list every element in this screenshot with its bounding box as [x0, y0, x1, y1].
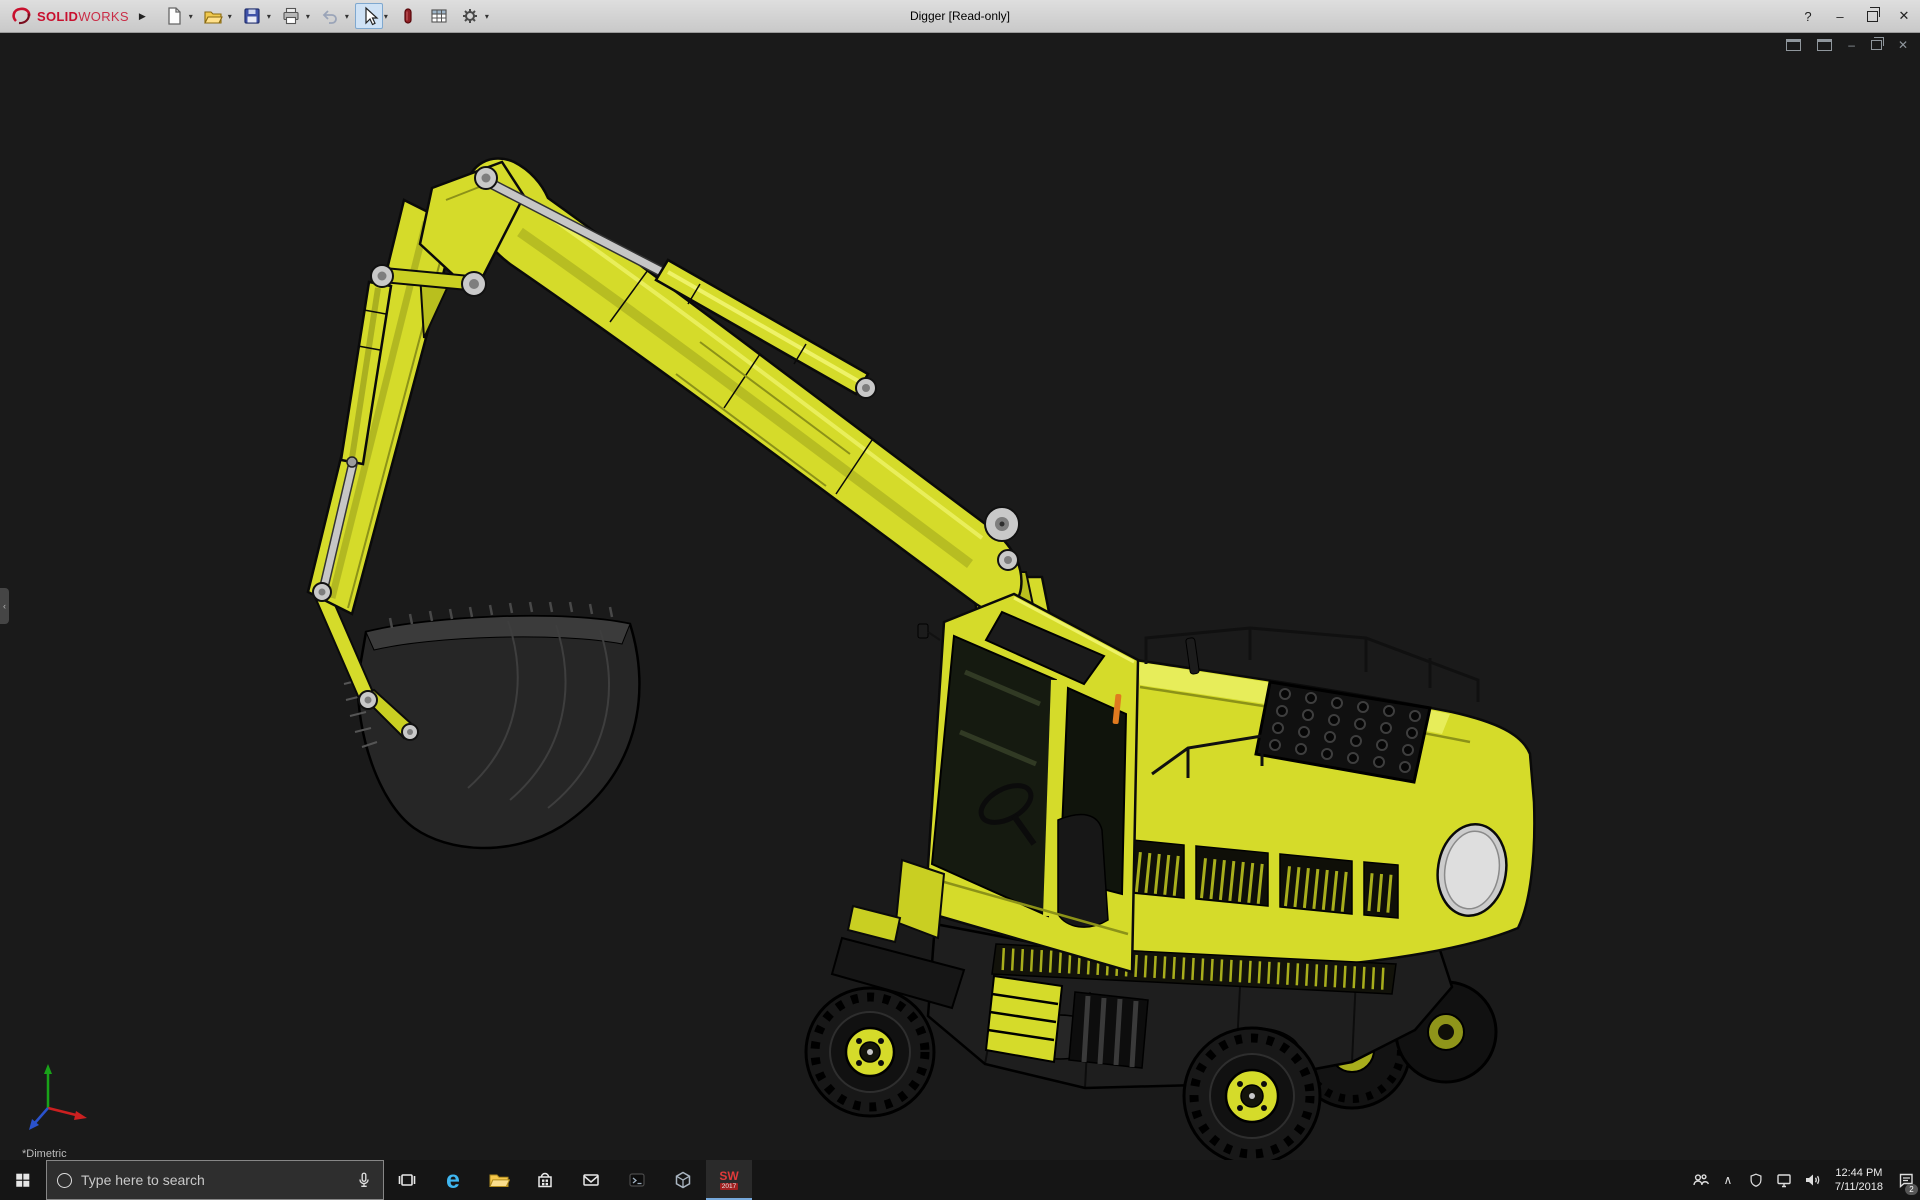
solidworks-icon: SW	[719, 1169, 739, 1183]
system-tray: ∧ 12:44 PM 7/11/2018 2	[1686, 1160, 1920, 1200]
menu-expand-arrow[interactable]: ▶	[139, 11, 146, 22]
ds-logo-icon	[12, 7, 31, 25]
wheel-front-right[interactable]	[1182, 1026, 1322, 1160]
dropdown-caret[interactable]: ▾	[267, 12, 271, 21]
new-document-button[interactable]	[160, 3, 188, 29]
wheel-front-left[interactable]	[804, 986, 936, 1118]
tile-window-icon[interactable]	[1817, 39, 1833, 51]
store-icon	[538, 1172, 552, 1188]
save-floppy-icon	[244, 8, 260, 24]
search-placeholder: Type here to search	[81, 1172, 205, 1188]
options-gear-icon	[462, 9, 477, 23]
cube-icon	[675, 1171, 691, 1189]
dropdown-caret[interactable]: ▾	[384, 12, 388, 21]
minimize-button[interactable]: –	[1824, 0, 1856, 32]
clock-date: 7/11/2018	[1834, 1181, 1883, 1193]
print-icon	[283, 7, 299, 25]
quick-access-toolbar: ▾ ▾ ▾ ▾ ▾ ▾ ▾	[160, 3, 495, 29]
undo-icon	[322, 10, 337, 24]
action-center-button[interactable]: 2	[1892, 1160, 1920, 1200]
microphone-icon[interactable]	[355, 1171, 373, 1189]
doc-close-button[interactable]: ✕	[1898, 38, 1908, 52]
new-window-icon[interactable]	[1786, 39, 1802, 51]
mail-icon	[583, 1174, 599, 1186]
search-icon	[57, 1172, 72, 1188]
options-button[interactable]	[456, 3, 484, 29]
view-orientation-label: *Dimetric	[22, 1148, 67, 1160]
speaker-icon	[1805, 1174, 1820, 1186]
design-table-button[interactable]	[425, 3, 453, 29]
orientation-triad	[29, 1064, 87, 1130]
taskbar-search[interactable]: Type here to search	[46, 1160, 384, 1200]
close-button[interactable]: ✕	[1888, 0, 1920, 32]
terminal-icon	[629, 1173, 645, 1187]
dropdown-caret[interactable]: ▾	[228, 12, 232, 21]
excavator-model[interactable]	[0, 32, 1920, 1160]
hidden-icons-chevron[interactable]: ∧	[1714, 1160, 1742, 1200]
dropdown-caret[interactable]: ▾	[485, 12, 489, 21]
bucket[interactable]	[343, 601, 641, 850]
print-button[interactable]	[277, 3, 305, 29]
new-document-icon	[168, 7, 181, 25]
maximize-button[interactable]	[1856, 0, 1888, 32]
taskbar-app-edge[interactable]: e	[430, 1160, 476, 1200]
title-bar: SOLIDWORKS ▶ ▾ ▾ ▾ ▾ ▾ ▾ ▾ Digger [Read-…	[0, 0, 1920, 33]
taskbar-app-file-explorer[interactable]	[476, 1160, 522, 1200]
edge-icon: e	[446, 1165, 460, 1194]
open-button[interactable]	[199, 3, 227, 29]
taskbar-app-mail[interactable]	[568, 1160, 614, 1200]
select-cursor-icon	[365, 6, 379, 26]
solidworks-logo: SOLIDWORKS	[0, 6, 133, 26]
graphics-viewport[interactable]: – ✕ ‹ *Dimetric	[0, 32, 1920, 1160]
shield-icon	[1750, 1173, 1762, 1187]
file-explorer-icon	[489, 1174, 510, 1187]
panel-flyout-tab[interactable]: ‹	[0, 588, 9, 624]
taskbar-app-cad-cube[interactable]	[660, 1160, 706, 1200]
document-window-controls: – ✕	[1786, 37, 1908, 52]
network-icon	[1777, 1174, 1791, 1188]
solidworks-version-label: 2017	[719, 1183, 739, 1190]
security-shield-button[interactable]	[1742, 1160, 1770, 1200]
windows-taskbar: Type here to search e SW 2017 ∧ 12:44 PM…	[0, 1160, 1920, 1200]
boom-arm[interactable]	[380, 157, 1023, 613]
dropdown-caret[interactable]: ▾	[345, 12, 349, 21]
taskbar-clock[interactable]: 12:44 PM 7/11/2018	[1826, 1166, 1892, 1195]
network-button[interactable]	[1770, 1160, 1798, 1200]
undo-button[interactable]	[316, 3, 344, 29]
clock-time: 12:44 PM	[1835, 1166, 1883, 1179]
select-cursor-button[interactable]	[354, 3, 383, 29]
start-button[interactable]	[0, 1160, 46, 1200]
rebuild-button[interactable]	[394, 3, 422, 29]
rebuild-icon	[404, 8, 412, 24]
people-button[interactable]	[1686, 1160, 1714, 1200]
dropdown-caret[interactable]: ▾	[306, 12, 310, 21]
help-button[interactable]: ?	[1792, 0, 1824, 32]
open-folder-icon	[203, 11, 223, 24]
taskbar-app-store[interactable]	[522, 1160, 568, 1200]
doc-minimize-button[interactable]: –	[1848, 38, 1855, 52]
doc-restore-button[interactable]	[1870, 37, 1885, 50]
logo-text-solid: SOLID	[37, 8, 79, 24]
taskbar-app-terminal[interactable]	[614, 1160, 660, 1200]
taskbar-app-task-view[interactable]	[384, 1160, 430, 1200]
document-title: Digger [Read-only]	[909, 9, 1011, 23]
cab[interactable]	[894, 592, 1140, 974]
logo-text-works: WORKS	[78, 8, 129, 24]
taskbar-app-solidworks[interactable]: SW 2017	[706, 1160, 752, 1200]
notification-badge: 2	[1905, 1184, 1918, 1195]
design-table-icon	[431, 9, 447, 23]
logo-text: SOLIDWORKS	[37, 9, 129, 24]
windows-logo-icon	[16, 1173, 30, 1187]
window-controls: ? – ✕	[1792, 0, 1920, 32]
task-view-icon	[398, 1174, 416, 1186]
dropdown-caret[interactable]: ▾	[189, 12, 193, 21]
people-icon	[1693, 1174, 1709, 1186]
volume-button[interactable]	[1798, 1160, 1826, 1200]
save-button[interactable]	[238, 3, 266, 29]
restore-icon	[1866, 7, 1880, 22]
